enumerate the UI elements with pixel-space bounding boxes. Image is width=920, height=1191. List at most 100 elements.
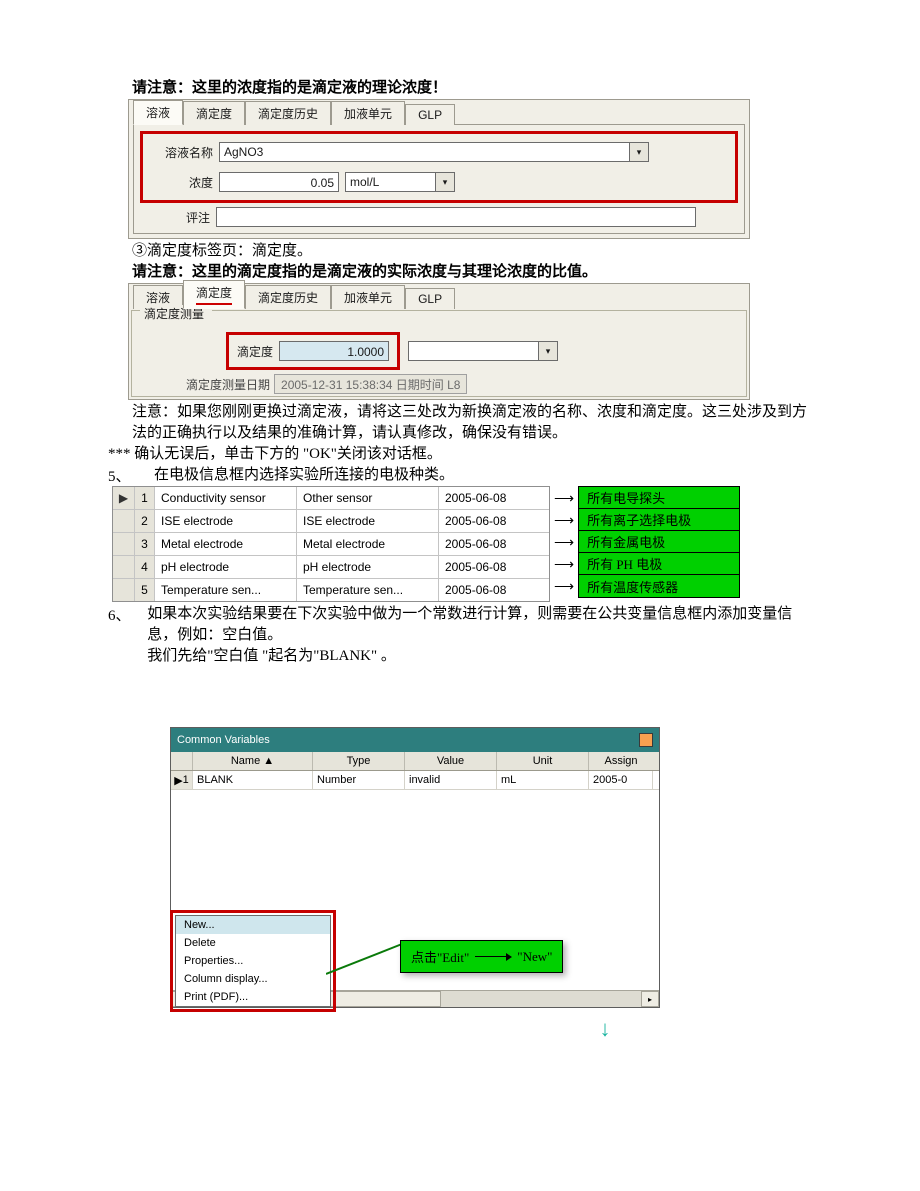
cell-sensor-type[interactable]: pH electrode — [155, 556, 297, 578]
solution-tab-screenshot: 溶液 滴定度 滴定度历史 加液单元 GLP 溶液名称 AgNO3 ▾ 浓度 0.… — [128, 99, 750, 239]
tabstrip-1: 溶液 滴定度 滴定度历史 加液单元 GLP — [129, 102, 749, 124]
cell-sensor-kind[interactable]: Metal electrode — [297, 533, 439, 555]
menu-item-delete[interactable]: Delete — [176, 934, 330, 952]
arrow-right-icon — [475, 956, 511, 957]
scroll-right-icon[interactable]: ▸ — [641, 991, 659, 1007]
table-row[interactable]: ▶ 1 BLANK Number invalid mL 2005-0 — [171, 771, 659, 790]
arrow-down-icon: ↓ — [398, 1016, 812, 1042]
concentration-unit-value: mol/L — [350, 175, 379, 189]
note-click-ok: *** 确认无误后，单击下方的 "OK"关闭该对话框。 — [108, 444, 812, 465]
cell-unit: mL — [497, 771, 589, 789]
cell-sensor-type[interactable]: ISE electrode — [155, 510, 297, 532]
cell-assign: 2005-0 — [589, 771, 653, 789]
cell-date: 2005-06-08 — [439, 510, 549, 532]
concentration-unit-combo[interactable]: mol/L ▾ — [345, 172, 455, 192]
chevron-down-icon[interactable]: ▾ — [435, 173, 454, 191]
chevron-down-icon[interactable]: ▾ — [538, 342, 557, 360]
titer-date-label: 滴定度测量日期 — [186, 376, 270, 393]
cell-sensor-type[interactable]: Conductivity sensor — [155, 487, 297, 509]
titer-input[interactable]: 1.0000 — [279, 341, 389, 361]
callout-leader-line — [326, 936, 406, 976]
warning-theoretical-concentration: 请注意：这里的浓度指的是滴定液的理论浓度！ — [132, 0, 812, 99]
titer-tab-screenshot: 溶液 滴定度 滴定度历史 加液单元 GLP 滴定度测量 滴定度 1.0000 ▾… — [128, 283, 750, 400]
tab-glp[interactable]: GLP — [405, 104, 455, 125]
row-indicator-icon: ▶ — [113, 487, 135, 509]
tab-dosing-unit-2[interactable]: 加液单元 — [331, 285, 405, 309]
comment-label: 评注 — [150, 209, 210, 226]
chevron-down-icon[interactable]: ▾ — [629, 143, 648, 161]
row-number: 2 — [135, 510, 155, 532]
arrow-column: ⟶ ⟶ ⟶ ⟶ ⟶ — [550, 486, 578, 598]
cell-sensor-type[interactable]: Metal electrode — [155, 533, 297, 555]
highlighted-fields: 溶液名称 AgNO3 ▾ 浓度 0.05 mol/L ▾ — [140, 131, 738, 203]
note-replace-titrant: 注意：如果您刚刚更换过滴定液，请将这三处改为新换滴定液的名称、浓度和滴定度。这三… — [132, 402, 812, 444]
callout-text-a: 点击"Edit" — [411, 947, 469, 966]
cell-sensor-kind[interactable]: Temperature sen... — [297, 579, 439, 601]
titer-date-value: 2005-12-31 15:38:34 日期时间 L8 — [274, 374, 467, 394]
tab-titer[interactable]: 滴定度 — [183, 101, 245, 125]
tabstrip-2: 溶液 滴定度 滴定度历史 加液单元 GLP — [129, 286, 749, 308]
electrode-grid: ▶ 1 Conductivity sensor Other sensor 200… — [112, 486, 550, 602]
row-number: 1 — [135, 487, 155, 509]
col-type[interactable]: Type — [313, 752, 405, 770]
menu-item-properties[interactable]: Properties... — [176, 952, 330, 970]
callout-edit-new: 点击"Edit" "New" — [400, 940, 563, 973]
column-headers: Name ▲ Type Value Unit Assign — [171, 752, 659, 771]
cell-date: 2005-06-08 — [439, 556, 549, 578]
tab-titer-history[interactable]: 滴定度历史 — [245, 101, 331, 125]
cell-value: invalid — [405, 771, 497, 789]
tab-glp-2[interactable]: GLP — [405, 288, 455, 309]
cell-sensor-kind[interactable]: pH electrode — [297, 556, 439, 578]
arrow-right-icon: ⟶ — [550, 532, 578, 554]
panel-title: Common Variables — [177, 734, 270, 746]
concentration-input[interactable]: 0.05 — [219, 172, 339, 192]
step6-text-a: 如果本次实验结果要在下次实验中做为一个常数进行计算，则需要在公共变量信息框内添加… — [147, 604, 812, 646]
tab-dosing-unit[interactable]: 加液单元 — [331, 101, 405, 125]
desc-temp: 所有温度传感器 — [579, 575, 739, 597]
titer-label: 滴定度 — [237, 343, 273, 360]
solution-name-label: 溶液名称 — [153, 144, 213, 161]
cell-sensor-kind[interactable]: Other sensor — [297, 487, 439, 509]
context-menu-highlight: New... Delete Properties... Column displ… — [170, 910, 336, 1012]
row-number: 3 — [135, 533, 155, 555]
cell-sensor-type[interactable]: Temperature sen... — [155, 579, 297, 601]
desc-ph: 所有 PH 电极 — [579, 553, 739, 575]
step5-text: 在电极信息框内选择实验所连接的电极种类。 — [154, 465, 454, 486]
row-number: 5 — [135, 579, 155, 601]
tab-solution[interactable]: 溶液 — [133, 100, 183, 125]
step6-number: 6、 — [108, 604, 147, 625]
callout-text-b: "New" — [517, 949, 552, 965]
electrode-descriptions: 所有电导探头 所有离子选择电极 所有金属电极 所有 PH 电极 所有温度传感器 — [578, 486, 740, 598]
cell-date: 2005-06-08 — [439, 579, 549, 601]
arrow-right-icon: ⟶ — [550, 510, 578, 532]
tab-titer-history-2[interactable]: 滴定度历史 — [245, 285, 331, 309]
titer-highlight: 滴定度 1.0000 — [226, 332, 400, 370]
col-rowhdr[interactable] — [171, 752, 193, 770]
row-indicator-icon: ▶ 1 — [171, 771, 193, 789]
menu-item-print-pdf[interactable]: Print (PDF)... — [176, 988, 330, 1006]
col-unit[interactable]: Unit — [497, 752, 589, 770]
col-value[interactable]: Value — [405, 752, 497, 770]
caption-titer-tab: ③滴定度标签页：滴定度。 — [132, 241, 812, 262]
desc-ise: 所有离子选择电极 — [579, 509, 739, 531]
electrode-table-block: ▶ 1 Conductivity sensor Other sensor 200… — [112, 486, 812, 602]
comment-input[interactable] — [216, 207, 696, 227]
cell-date: 2005-06-08 — [439, 533, 549, 555]
solution-name-combo[interactable]: AgNO3 ▾ — [219, 142, 649, 162]
context-menu: New... Delete Properties... Column displ… — [175, 915, 331, 1007]
col-assign[interactable]: Assign — [589, 752, 653, 770]
menu-item-column-display[interactable]: Column display... — [176, 970, 330, 988]
menu-item-new[interactable]: New... — [176, 916, 330, 934]
titer-unit-combo[interactable]: ▾ — [408, 341, 558, 361]
cell-sensor-kind[interactable]: ISE electrode — [297, 510, 439, 532]
desc-conductivity: 所有电导探头 — [579, 487, 739, 509]
cell-name: BLANK — [193, 771, 313, 789]
scroll-thumb[interactable] — [319, 991, 441, 1007]
tab-titer-2[interactable]: 滴定度 — [183, 280, 245, 309]
desc-metal: 所有金属电极 — [579, 531, 739, 553]
window-button-icon[interactable] — [639, 733, 653, 747]
col-name[interactable]: Name ▲ — [193, 752, 313, 770]
concentration-label: 浓度 — [153, 174, 213, 191]
arrow-right-icon: ⟶ — [550, 554, 578, 576]
cell-type: Number — [313, 771, 405, 789]
